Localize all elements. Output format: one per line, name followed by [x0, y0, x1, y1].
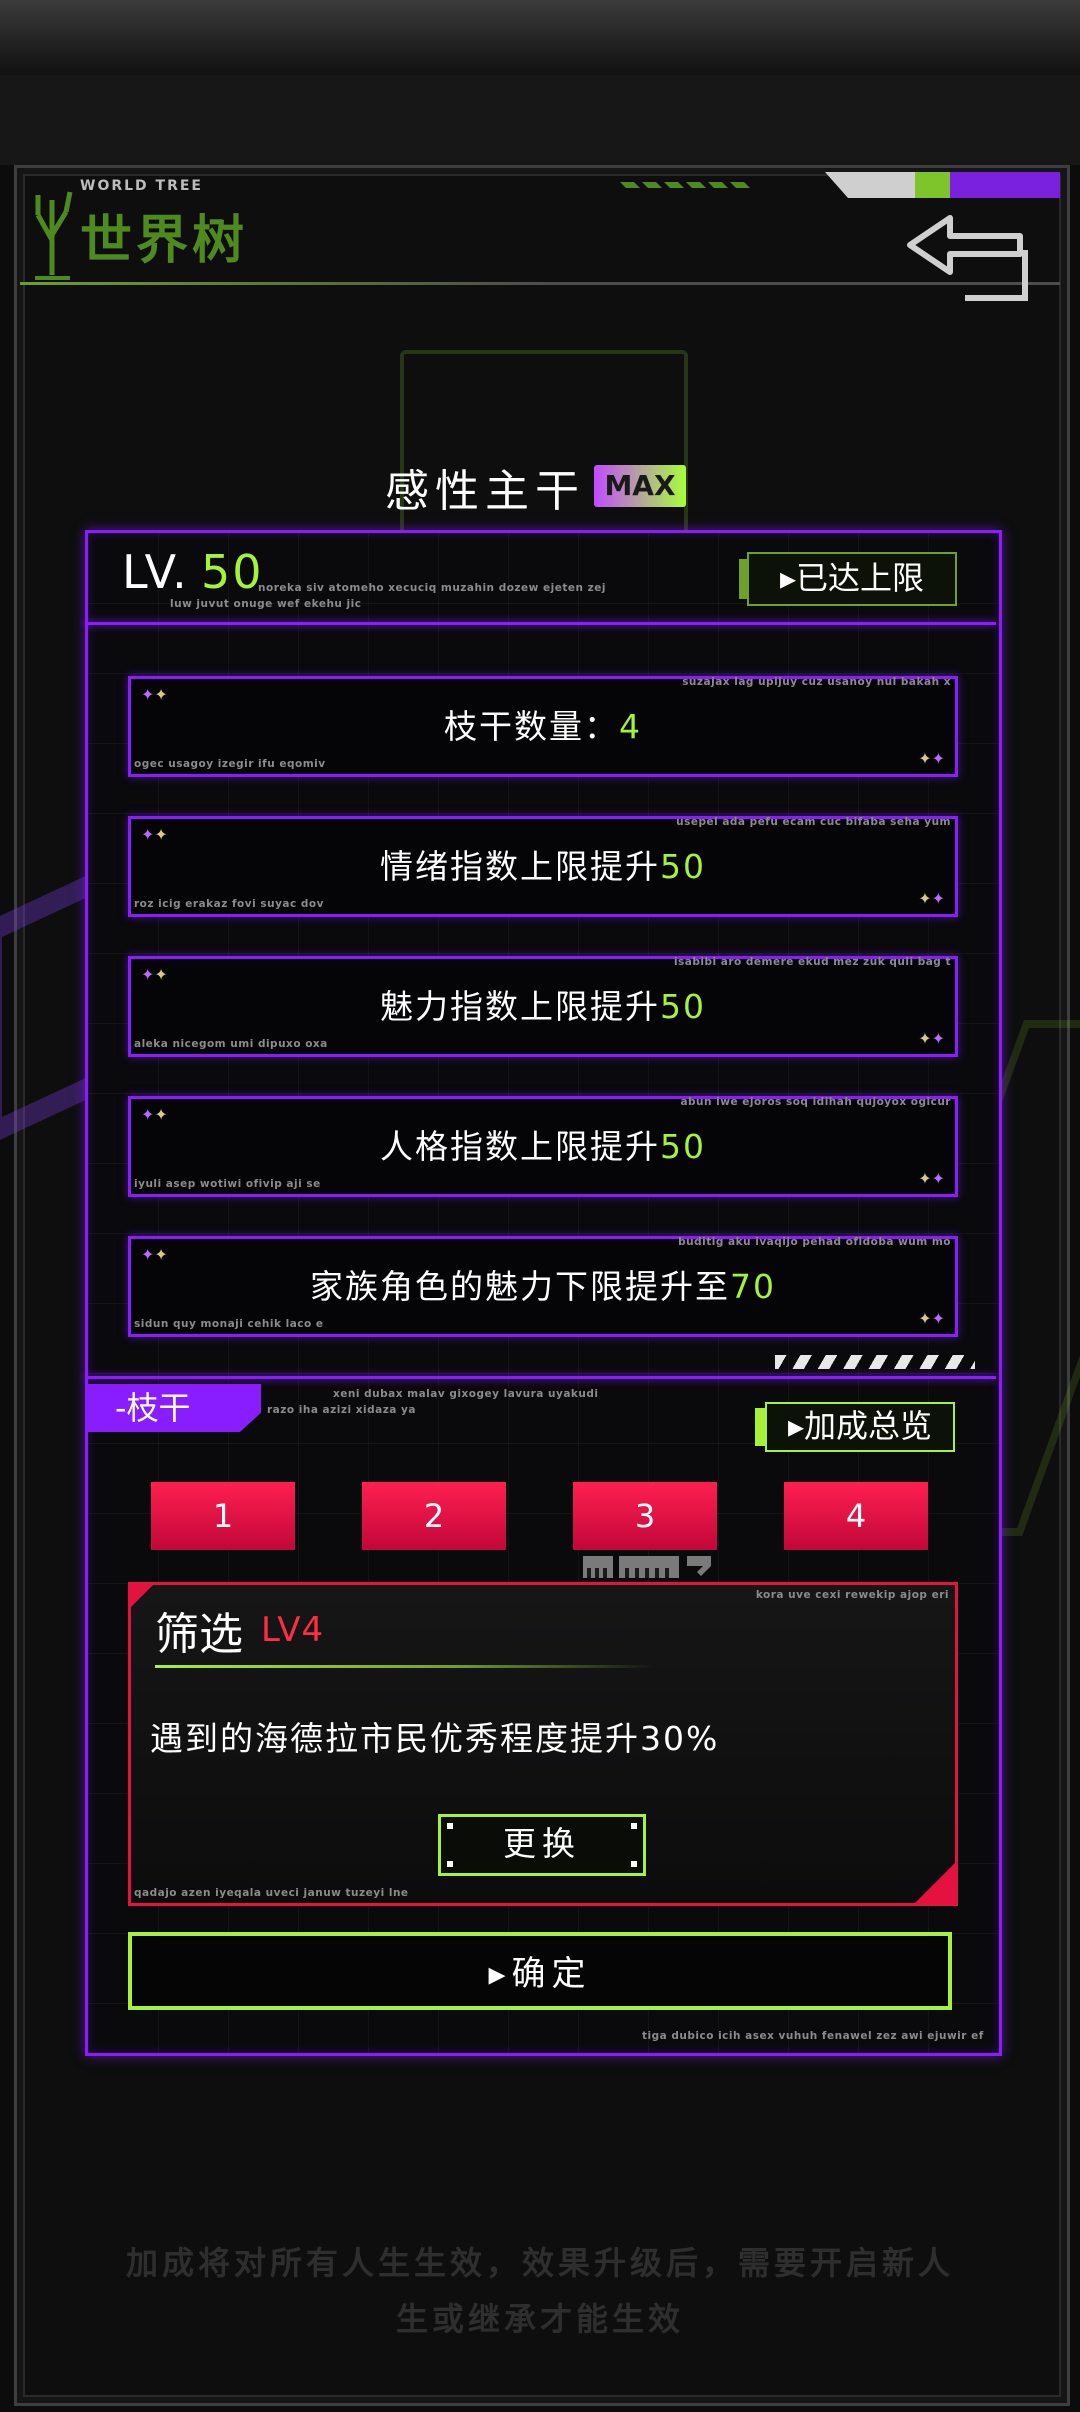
sub-branch-tag: -枝干	[85, 1384, 261, 1432]
level-caption-2: luw juvut onuge wef ekehu jic	[170, 598, 362, 610]
max-badge: MAX	[594, 465, 686, 507]
bonus-overview-button[interactable]: ▸加成总览	[755, 1402, 955, 1452]
corner-dot	[631, 1861, 637, 1867]
effect-value: 50	[660, 987, 706, 1026]
skill-caption: kora uve cexi rewekip ajop eri	[755, 1589, 949, 1601]
page-title: 世界树	[80, 211, 249, 271]
confirm-button[interactable]: ▸确定	[128, 1932, 952, 2010]
card-caption: sidun quy monaji cehik laco e	[134, 1318, 324, 1330]
skill-caption: qadajo azen iyeqala uveci januw tuzeyi l…	[134, 1887, 409, 1899]
top-screen-band-dark	[0, 75, 1080, 165]
corner-deco	[128, 1582, 156, 1610]
effect-value: 50	[660, 1127, 706, 1166]
effect-card: ✦✦ 情绪指数上限提升50 ✦✦ usepel ada pefu ecam cu…	[128, 816, 958, 917]
play-triangle-icon: ▸	[787, 1407, 805, 1445]
header-stripes-deco	[620, 172, 1060, 198]
card-caption: ogec usagoy izegir ifu eqomiv	[134, 758, 326, 770]
confirm-label: 确定	[511, 1954, 592, 1994]
sparkle-icon: ✦✦	[918, 889, 945, 908]
effect-text: 人格指数上限提升	[380, 1127, 660, 1166]
footer-note-line-2: 生或继承才能生效	[395, 2300, 684, 2338]
effect-value: 50	[660, 847, 706, 886]
change-skill-label: 更换	[503, 1824, 581, 1863]
sub-branch-caption: xeni dubax malav gixogey lavura uyakudi	[333, 1388, 599, 1400]
level-cap-label: 已达上限	[796, 559, 925, 597]
play-triangle-icon: ▸	[779, 559, 797, 597]
level-caption: noreka siv atomeho xecuciq muzahin dozew…	[258, 582, 606, 594]
effect-text: 情绪指数上限提升	[380, 847, 660, 886]
skill-description: 遇到的海德拉市民优秀程度提升30%	[150, 1719, 720, 1758]
level-cap-button[interactable]: ▸已达上限	[739, 552, 957, 606]
corner-dot	[447, 1823, 453, 1829]
skill-name: 筛选	[155, 1609, 243, 1660]
effect-text: 家族角色的魅力下限提升至	[310, 1267, 730, 1306]
sparkle-icon: ✦✦	[918, 749, 945, 768]
world-tree-subtitle: WORLD TREE	[80, 178, 203, 194]
section-divider	[85, 1376, 996, 1379]
bonus-overview-label: 加成总览	[804, 1407, 933, 1445]
sparkle-icon: ✦✦	[918, 1309, 945, 1328]
level-divider	[85, 622, 996, 625]
effect-card: ✦✦ 人格指数上限提升50 ✦✦ abun iwe ejoros soq idi…	[128, 1096, 958, 1197]
level-value: 50	[201, 545, 264, 599]
footer-note: 加成将对所有人生生效，效果升级后，需要开启新人 生或继承才能生效	[80, 2235, 1000, 2347]
branch-tab-4[interactable]: 4	[784, 1482, 928, 1550]
panel-footer-caption: tiga dubico icih asex vuhuh fenawel zez …	[642, 2030, 984, 2042]
branch-tab-3[interactable]: 3	[573, 1482, 717, 1550]
effect-text: 枝干数量：	[444, 707, 619, 746]
branch-tab-1[interactable]: 1	[151, 1482, 295, 1550]
header-divider	[20, 282, 1060, 285]
change-skill-button[interactable]: 更换	[438, 1814, 646, 1876]
card-caption: abun iwe ejoros soq idihah qujoyox ogicu…	[680, 1096, 951, 1108]
effect-card: ✦✦ 魅力指数上限提升50 ✦✦ isabibi aro demere ekud…	[128, 956, 958, 1057]
corner-deco	[912, 1860, 958, 1906]
effect-card: ✦✦ 枝干数量：4 ✦✦ suzajax lag upijuy cuz usan…	[128, 676, 958, 777]
sub-branch-caption-2: razo iha azizi xidaza ya	[267, 1404, 416, 1416]
hatch-deco	[775, 1355, 975, 1369]
connector-icon	[583, 1556, 711, 1578]
footer-note-line-1: 加成将对所有人生生效，效果升级后，需要开启新人	[125, 2244, 954, 2282]
corner-dot	[631, 1823, 637, 1829]
skill-underline	[155, 1665, 655, 1668]
card-caption: aleka nicegom umi dipuxo oxa	[134, 1038, 328, 1050]
effect-text: 魅力指数上限提升	[380, 987, 660, 1026]
card-caption: usepel ada pefu ecam cuc bifaba seha yum	[676, 816, 951, 828]
card-caption: isabibi aro demere ekud mez zuk quli bag…	[673, 956, 951, 968]
sparkle-icon: ✦✦	[918, 1169, 945, 1188]
effect-value: 70	[730, 1267, 776, 1306]
card-caption: roz icig erakaz fovi suyac dov	[134, 898, 324, 910]
effect-value: 4	[619, 707, 642, 746]
effect-card: ✦✦ 家族角色的魅力下限提升至70 ✦✦ buditig aku ivaqijo…	[128, 1236, 958, 1337]
back-button[interactable]	[905, 210, 1035, 305]
corner-dot	[447, 1861, 453, 1867]
sparkle-icon: ✦✦	[918, 1029, 945, 1048]
card-caption: suzajax lag upijuy cuz usanoy nul bakah …	[682, 676, 951, 688]
branch-title: 感性主干	[385, 466, 585, 517]
branch-tab-2[interactable]: 2	[362, 1482, 506, 1550]
card-caption: iyuli asep wotiwi ofivip aji se	[134, 1178, 321, 1190]
card-caption: buditig aku ivaqijo pehad ofidoba wum mo	[678, 1236, 951, 1248]
play-triangle-icon: ▸	[488, 1954, 512, 1994]
level-label: LV.	[122, 545, 189, 599]
top-screen-band	[0, 0, 1080, 75]
skill-level: LV4	[261, 1610, 325, 1650]
tree-logo-icon	[35, 191, 73, 280]
